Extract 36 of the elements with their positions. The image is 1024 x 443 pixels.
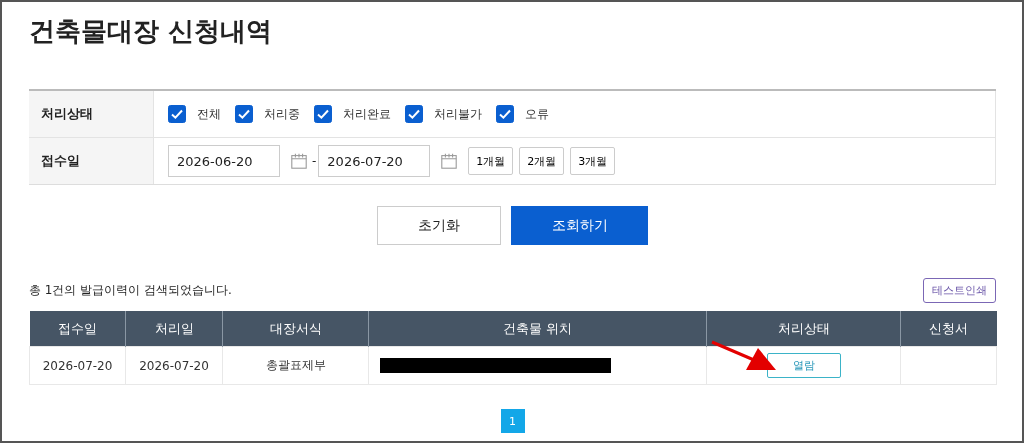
- column-header: 건축물 위치: [368, 311, 707, 347]
- checkbox-label: 처리중: [264, 105, 300, 123]
- checkbox-label: 처리불가: [434, 105, 482, 123]
- date-field[interactable]: 2026-07-20: [318, 145, 431, 177]
- period-button[interactable]: 3개월: [570, 147, 616, 175]
- filter-label: 처리상태: [29, 91, 154, 137]
- checkbox-label: 전체: [197, 105, 221, 123]
- arrow-icon: [709, 340, 778, 372]
- reset-button[interactable]: 초기화: [377, 206, 501, 245]
- test-print-button[interactable]: 테스트인쇄: [923, 278, 996, 303]
- column-header: 대장서식: [222, 311, 369, 347]
- date-field[interactable]: 2026-06-20: [168, 145, 280, 177]
- result-summary: 총 1건의 발급이력이 검색되었습니다.: [29, 282, 232, 299]
- checkbox[interactable]: [235, 105, 253, 123]
- checkbox[interactable]: [496, 105, 514, 123]
- checkbox[interactable]: [314, 105, 332, 123]
- checkbox-label: 처리완료: [343, 105, 391, 123]
- column-header: 처리일: [125, 311, 223, 347]
- calendar-icon[interactable]: [440, 152, 459, 170]
- checkbox[interactable]: [168, 105, 186, 123]
- checkbox[interactable]: [405, 105, 423, 123]
- filter-label: 접수일: [29, 138, 154, 184]
- date-separator: -: [312, 154, 317, 168]
- calendar-icon[interactable]: [290, 152, 308, 170]
- search-button[interactable]: 조회하기: [511, 206, 648, 245]
- view-button[interactable]: 열람: [766, 353, 841, 378]
- table-cell: 2026-07-20: [42, 358, 113, 373]
- page-title: 건축물대장 신청내역: [29, 15, 274, 48]
- column-header: 처리상태: [706, 311, 901, 347]
- column-header: 접수일: [29, 311, 126, 347]
- period-button[interactable]: 1개월: [468, 147, 514, 175]
- checkbox-label: 오류: [525, 105, 549, 123]
- table-cell: 2026-07-20: [139, 358, 209, 373]
- column-header: 신청서: [900, 311, 997, 347]
- table-cell: 총괄표제부: [265, 358, 326, 372]
- period-button[interactable]: 2개월: [519, 147, 565, 175]
